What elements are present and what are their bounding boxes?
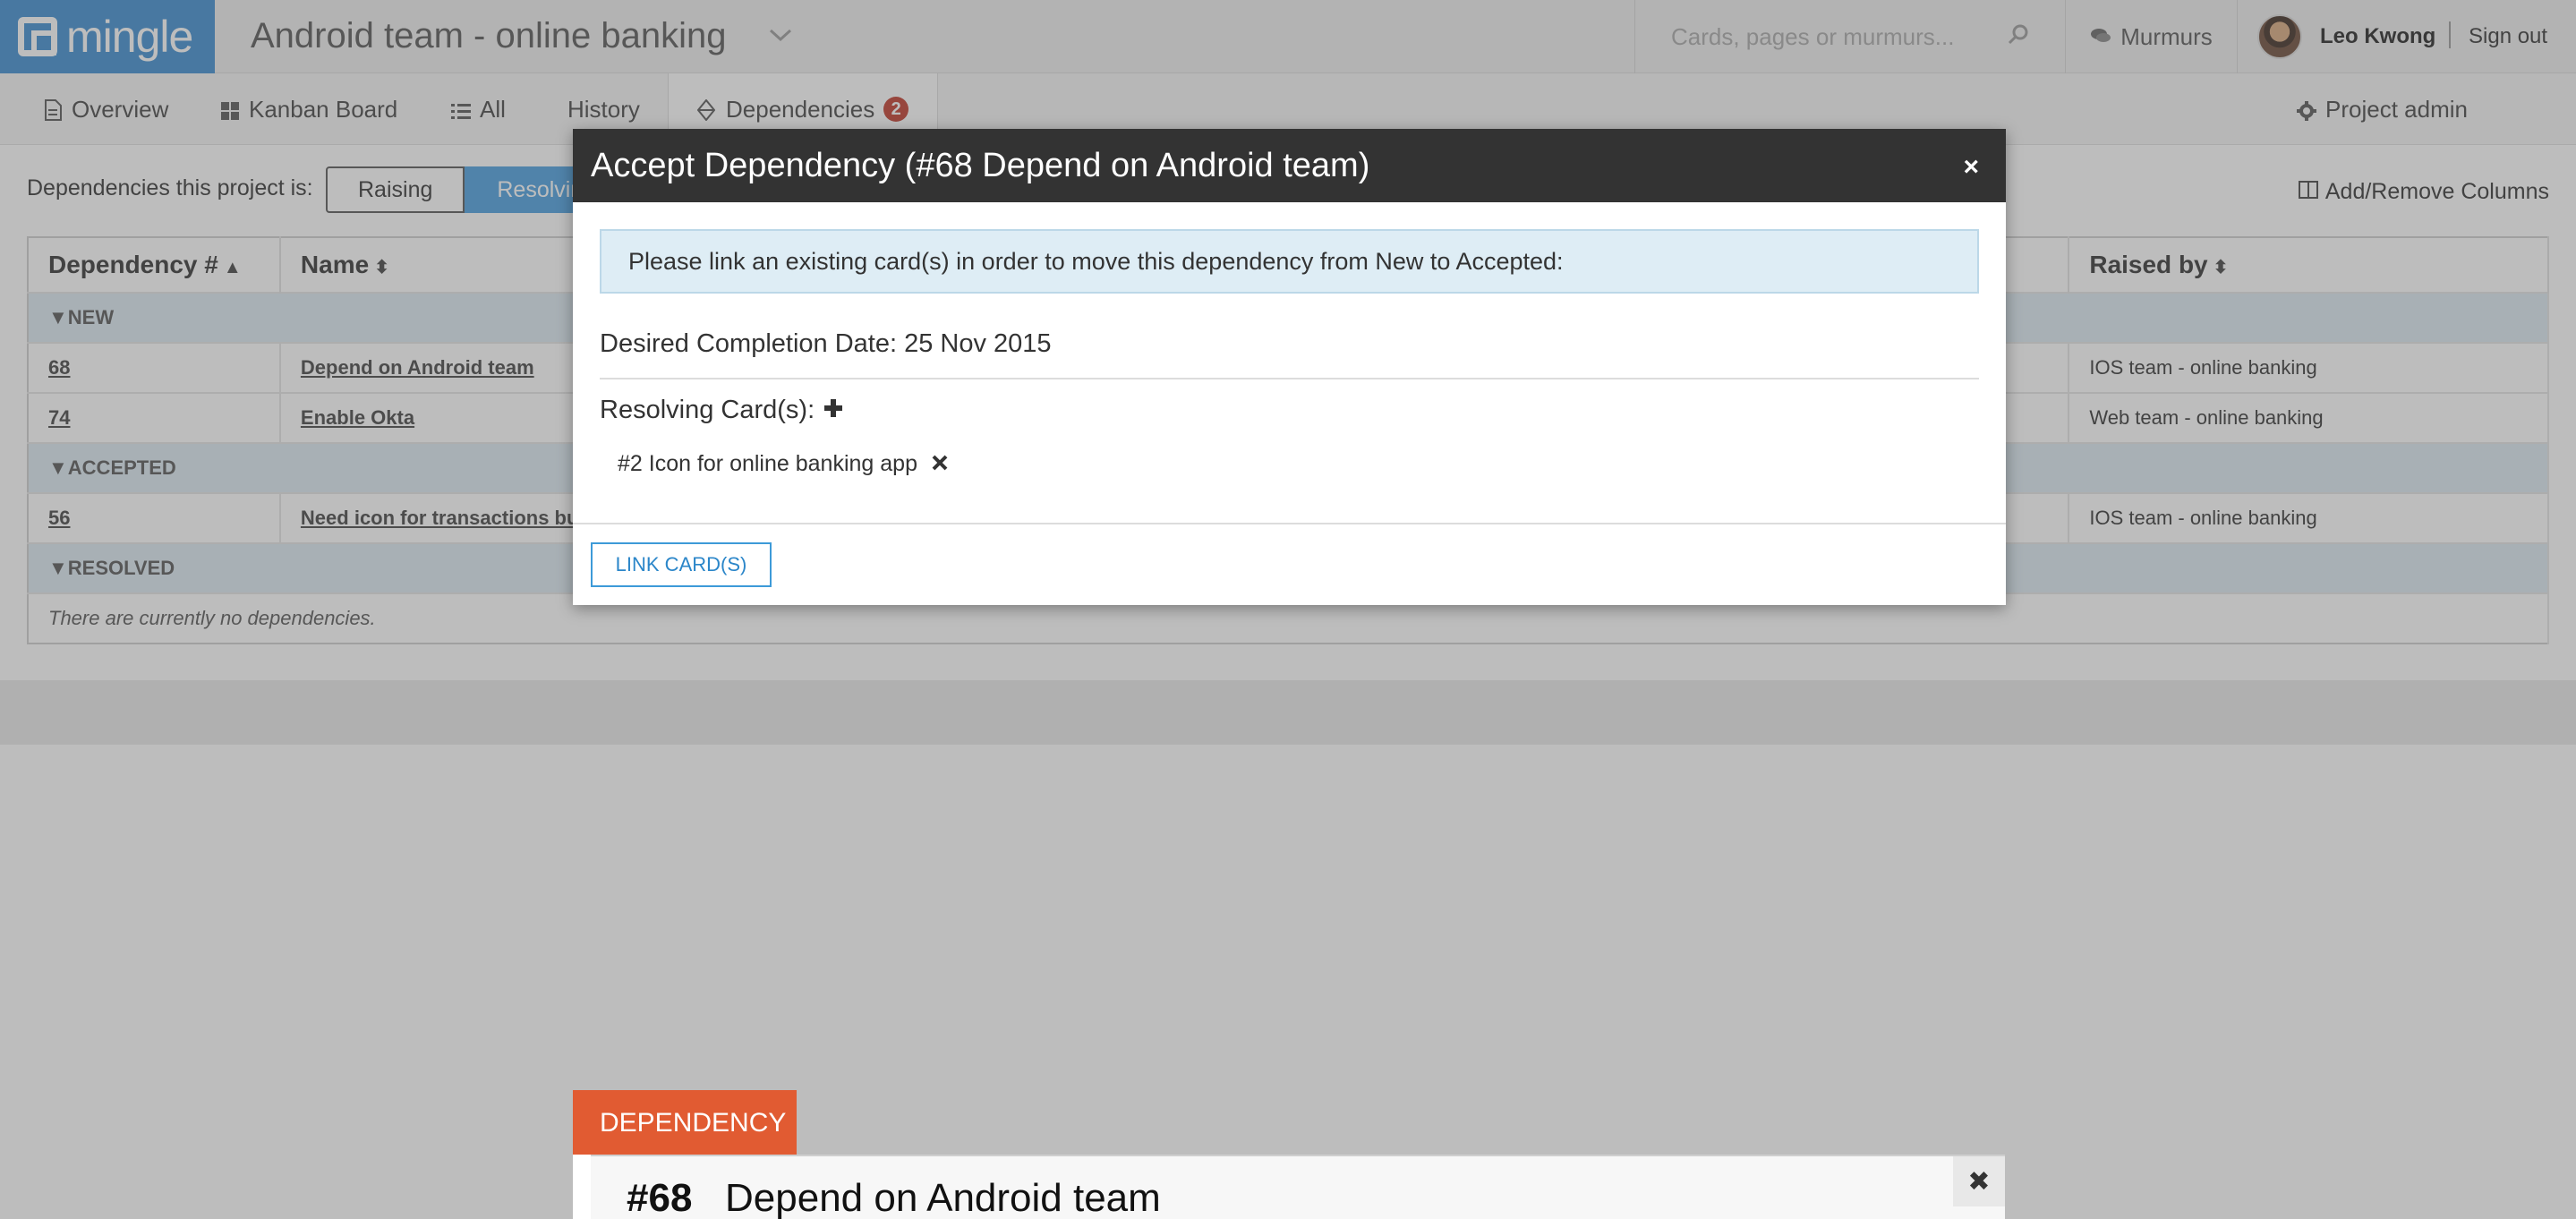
close-icon[interactable]: × — [1963, 152, 1979, 183]
info-message: Please link an existing card(s) in order… — [600, 229, 1979, 294]
desired-completion-date: Desired Completion Date: 25 Nov 2015 — [600, 329, 1052, 358]
resolving-cards-label: Resolving Card(s): — [600, 396, 843, 425]
remove-icon[interactable] — [932, 451, 948, 477]
accept-dependency-dialog: Accept Dependency (#68 Depend on Android… — [573, 129, 2006, 605]
dependency-card: #68 Depend on Android team ✖ — [573, 1155, 2005, 1219]
dependency-card-number: #68 — [627, 1176, 693, 1219]
link-cards-button[interactable]: LINK CARD(S) — [591, 542, 772, 587]
resolving-card-item: #2 Icon for online banking app — [618, 451, 948, 477]
dialog-header: Accept Dependency (#68 Depend on Android… — [573, 129, 2006, 202]
add-icon[interactable] — [823, 396, 843, 425]
dialog-title: Accept Dependency (#68 Depend on Android… — [591, 147, 1370, 184]
dependency-tag: DEPENDENCY — [573, 1090, 797, 1156]
close-icon[interactable]: ✖ — [1953, 1156, 2005, 1206]
divider — [573, 523, 2006, 524]
resolving-cards-label-text: Resolving Card(s): — [600, 396, 815, 424]
dependency-card-header: #68 Depend on Android team ✖ — [591, 1155, 2005, 1219]
dependency-card-title: Depend on Android team — [725, 1176, 1161, 1219]
resolving-card-label: #2 Icon for online banking app — [618, 451, 917, 476]
divider — [600, 378, 1979, 379]
